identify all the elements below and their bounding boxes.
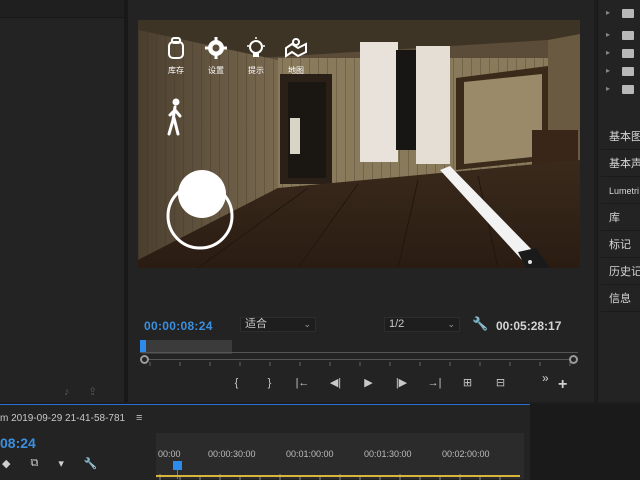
transport-controls: { } |← ◀| ▶ |▶ →| ⊞ ⊟	[220, 374, 517, 392]
lightbulb-icon	[247, 37, 265, 57]
chevron-down-icon: ⌄	[303, 319, 311, 329]
walking-person-icon[interactable]	[166, 98, 184, 136]
settings-button[interactable]: 设置	[200, 36, 232, 76]
inventory-button[interactable]: 库存	[160, 36, 192, 76]
panel-tab-info[interactable]: 信息	[601, 286, 640, 312]
extract-button[interactable]: ⊟	[484, 374, 517, 392]
work-area-bar[interactable]	[156, 475, 520, 477]
mark-in-button[interactable]: {	[220, 374, 253, 392]
timeline-tools: ◆ ⧉ ▾ 🔧	[0, 457, 98, 470]
audio-meter-panel	[530, 404, 640, 480]
folder-icon	[622, 67, 634, 76]
step-back-button[interactable]: ◀|	[319, 374, 352, 392]
panel-tab-history[interactable]: 历史记	[601, 259, 640, 285]
lift-button[interactable]: ⊞	[451, 374, 484, 392]
gear-icon	[205, 37, 227, 59]
timeline-playhead-line	[177, 469, 178, 479]
ruler-label: 00:00	[158, 449, 181, 459]
backpack-icon	[168, 37, 184, 59]
settings-label: 设置	[208, 66, 224, 75]
ruler-label: 00:01:00:00	[286, 449, 334, 459]
monitor-scrubber[interactable]	[140, 338, 578, 366]
more-controls-button[interactable]: »	[542, 371, 549, 385]
folder-row[interactable]: ▸	[606, 48, 640, 60]
snap-icon[interactable]: ◆	[2, 457, 10, 470]
chevron-down-icon: ⌄	[447, 319, 455, 329]
panel-tab-essential-graphics[interactable]: 基本图	[601, 124, 640, 150]
linked-selection-icon[interactable]: ⧉	[30, 457, 38, 470]
folder-icon	[622, 9, 634, 18]
time-ruler[interactable]: 00:00 00:00:30:00 00:01:00:00 00:01:30:0…	[156, 433, 524, 480]
project-panel: ♪ ⇪	[0, 0, 124, 402]
panel-tab-lumetri[interactable]: Lumetri	[601, 178, 640, 204]
export-frame-icon[interactable]: ⇪	[88, 386, 102, 398]
add-marker-icon[interactable]: ▾	[58, 457, 64, 470]
project-panel-header	[0, 0, 124, 18]
go-to-out-button[interactable]: →|	[418, 374, 451, 392]
video-frame: 库存 设置 提示 地图	[138, 20, 580, 268]
timeline-timecode[interactable]: 08:24	[0, 435, 36, 451]
sequence-tab[interactable]: m 2019-09-29 21-41-58-781	[0, 413, 125, 424]
duration-timecode: 00:05:28:17	[496, 319, 562, 333]
hint-button[interactable]: 提示	[240, 36, 272, 76]
map-button[interactable]: 地图	[280, 36, 312, 76]
current-timecode[interactable]: 00:00:08:24	[144, 319, 213, 333]
folder-icon	[622, 85, 634, 94]
ruler-label: 00:02:00:00	[442, 449, 490, 459]
ruler-ticks	[156, 467, 524, 480]
panel-tab-libraries[interactable]: 库	[601, 205, 640, 231]
program-monitor: 库存 设置 提示 地图 00:00:08:24 适合 ⌄ 1/2 ⌄ 🔧 00:…	[128, 0, 594, 402]
folder-icon	[622, 49, 634, 58]
map-label: 地图	[288, 66, 304, 75]
folder-row[interactable]: ▸	[606, 66, 640, 78]
settings-wrench-icon[interactable]: 🔧	[472, 316, 488, 332]
panel-tab-essential-sound[interactable]: 基本声	[601, 151, 640, 177]
timeline-settings-wrench-icon[interactable]: 🔧	[84, 457, 98, 470]
monitor-playhead[interactable]	[140, 340, 146, 352]
ruler-label: 00:01:30:00	[364, 449, 412, 459]
ruler-label: 00:00:30:00	[208, 449, 256, 459]
folder-icon	[622, 31, 634, 40]
playback-resolution-dropdown[interactable]: 1/2 ⌄	[384, 317, 460, 332]
joystick-control[interactable]	[164, 164, 240, 256]
mark-out-button[interactable]: }	[253, 374, 286, 392]
step-forward-button[interactable]: |▶	[385, 374, 418, 392]
right-workspace-panel: ▸ ▸ ▸ ▸ ▸ 基本图 基本声 Lumetri 库 标记 历史记 信息	[597, 0, 640, 402]
map-icon	[285, 38, 307, 58]
project-panel-footer: ♪ ⇪	[64, 386, 102, 398]
panel-tab-markers[interactable]: 标记	[601, 232, 640, 258]
zoom-scroll-bar[interactable]	[146, 359, 574, 360]
folder-row[interactable]: ▸	[606, 30, 640, 42]
audio-meter-icon[interactable]: ♪	[64, 386, 78, 398]
play-button[interactable]: ▶	[352, 374, 385, 392]
resolution-value: 1/2	[389, 318, 405, 330]
zoom-level-dropdown[interactable]: 适合 ⌄	[240, 317, 316, 332]
zoom-level-value: 适合	[245, 318, 267, 330]
hud-buttons: 库存 设置 提示 地图	[160, 36, 312, 76]
zoom-scroll-left-handle[interactable]	[140, 355, 149, 364]
folder-row[interactable]: ▸	[606, 8, 640, 20]
zoom-scroll-right-handle[interactable]	[569, 355, 578, 364]
panel-menu-icon[interactable]: ≡	[136, 412, 142, 424]
hint-label: 提示	[248, 66, 264, 75]
go-to-in-button[interactable]: |←	[286, 374, 319, 392]
folder-row[interactable]: ▸	[606, 84, 640, 96]
button-editor-add[interactable]: +	[558, 376, 567, 394]
inventory-label: 库存	[168, 66, 184, 75]
scrub-ticks	[140, 352, 578, 366]
timeline-panel: m 2019-09-29 21-41-58-781 ≡ 08:24 ◆ ⧉ ▾ …	[0, 404, 530, 480]
